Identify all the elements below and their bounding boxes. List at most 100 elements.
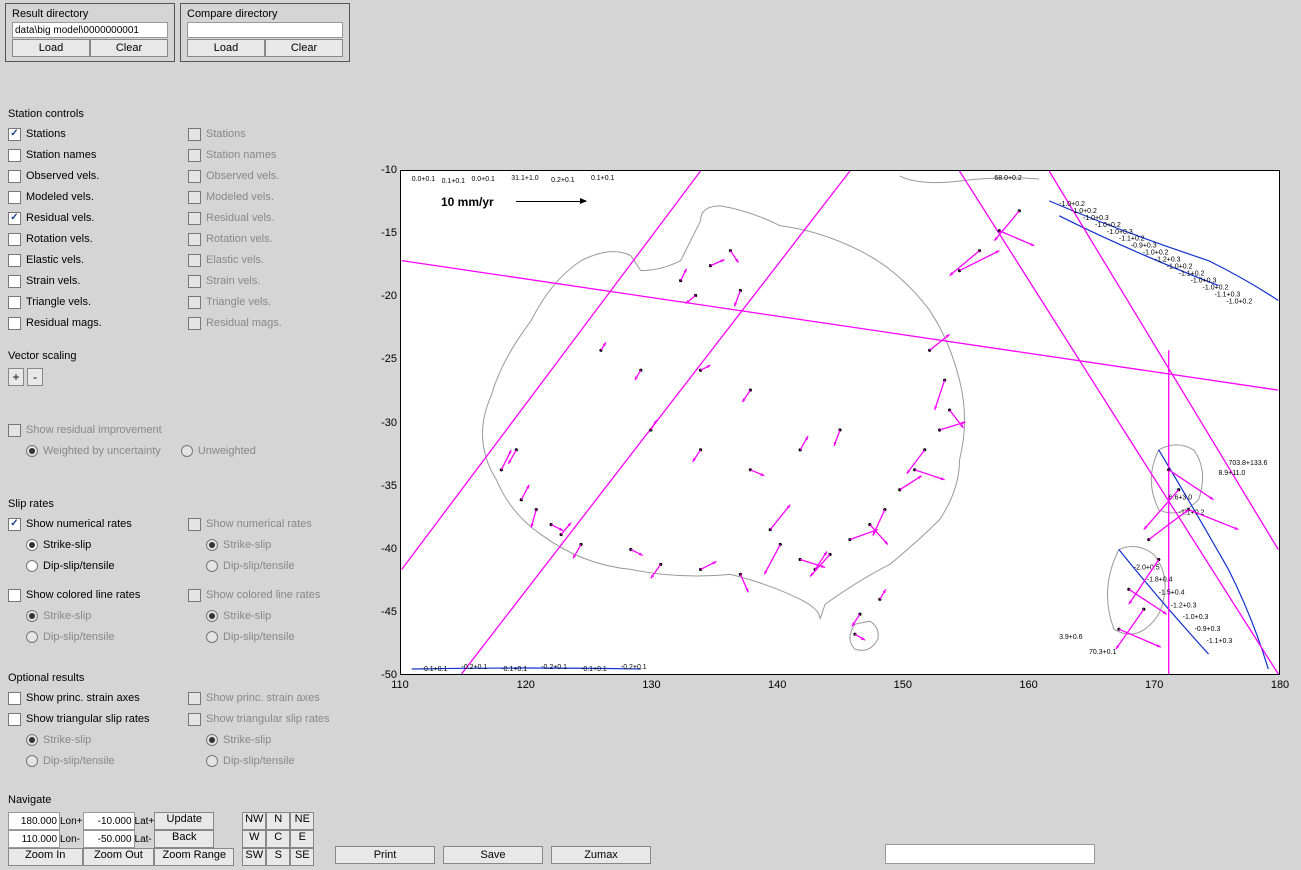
compass-n-button[interactable]: N [266,812,290,830]
svg-text:-1.1+0.2: -1.1+0.2 [1119,236,1145,243]
station-check-1[interactable] [8,149,21,162]
lon-minus-input[interactable] [8,830,60,848]
svg-text:6.6+3.0: 6.6+3.0 [1169,495,1193,502]
station-check-0[interactable] [8,128,21,141]
print-button[interactable]: Print [335,846,435,864]
tri-strike-slip-radio[interactable] [26,734,38,746]
colored-dip-slip-radio[interactable] [26,631,38,643]
svg-text:703.8+133.6: 703.8+133.6 [1228,460,1267,467]
slip-rates-title: Slip rates [8,498,348,510]
station-check-b4[interactable] [188,212,201,225]
princ-strain-2-checkbox[interactable] [188,692,201,705]
compass-e-button[interactable]: E [290,830,314,848]
tri-slip-2-checkbox[interactable] [188,713,201,726]
svg-text:-1.2+0.3: -1.2+0.3 [1155,257,1181,264]
result-dir-title: Result directory [12,8,168,20]
svg-text:-1.8+0.4: -1.8+0.4 [1147,576,1173,583]
station-check-b1[interactable] [188,149,201,162]
station-check-b9[interactable] [188,317,201,330]
vector-scaling-title: Vector scaling [8,350,348,362]
numeric-strike-slip-radio[interactable] [26,539,38,551]
princ-strain-checkbox[interactable] [8,692,21,705]
svg-text:-1.0+0.2: -1.0+0.2 [1143,250,1169,257]
lat-minus-input[interactable] [83,830,135,848]
status-input[interactable] [885,844,1095,864]
result-dir-input[interactable] [12,22,168,38]
station-check-b3[interactable] [188,191,201,204]
svg-text:-1.0+0.3: -1.0+0.3 [1183,614,1209,621]
station-check-3[interactable] [8,191,21,204]
numeric-dip-slip-radio[interactable] [26,560,38,572]
compass-s-button[interactable]: S [266,848,290,866]
lat-plus-input[interactable] [83,812,135,830]
unweighted-radio[interactable] [181,445,193,457]
zoom-range-button[interactable]: Zoom Range [154,848,234,866]
station-check-b5[interactable] [188,233,201,246]
station-check-b6[interactable] [188,254,201,267]
show-numerical-rates-2-checkbox[interactable] [188,518,201,531]
station-check-5[interactable] [8,233,21,246]
colored-strike-slip-radio[interactable] [26,610,38,622]
zoom-in-button[interactable]: Zoom In [8,848,83,866]
compass-nw-button[interactable]: NW [242,812,266,830]
weighted-radio[interactable] [26,445,38,457]
colored2-strike-slip-radio[interactable] [206,610,218,622]
compass-c-button[interactable]: C [266,830,290,848]
result-load-button[interactable]: Load [12,39,90,57]
station-check-b8[interactable] [188,296,201,309]
colored2-dip-slip-radio[interactable] [206,631,218,643]
station-check-9[interactable] [8,317,21,330]
numeric2-strike-slip-radio[interactable] [206,539,218,551]
numeric2-dip-slip-radio[interactable] [206,560,218,572]
update-button[interactable]: Update [154,812,214,830]
show-colored-rates-2-checkbox[interactable] [188,589,201,602]
compass-sw-button[interactable]: SW [242,848,266,866]
zumax-button[interactable]: Zumax [551,846,651,864]
station-controls-section: Station controls StationsStation namesOb… [8,108,348,338]
station-check-6[interactable] [8,254,21,267]
residual-improvement-section: Show residual improvement Weighted by un… [8,422,348,464]
station-check-b0[interactable] [188,128,201,141]
svg-text:-1.1+0.3: -1.1+0.3 [1215,292,1241,299]
scale-label: 10 mm/yr [441,195,494,209]
svg-text:-1.0+0.2: -1.0+0.2 [1226,298,1252,305]
station-check-b2[interactable] [188,170,201,183]
station-check-b7[interactable] [188,275,201,288]
compare-clear-button[interactable]: Clear [265,39,343,57]
result-directory-panel: Result directory Load Clear [5,3,175,62]
compare-dir-input[interactable] [187,22,343,38]
show-colored-rates-checkbox[interactable] [8,589,21,602]
svg-text:-1.5+0.4: -1.5+0.4 [1159,589,1185,596]
svg-text:-1.0+0.2: -1.0+0.2 [1095,222,1121,229]
station-check-7[interactable] [8,275,21,288]
tri2-dip-slip-radio[interactable] [206,755,218,767]
svg-text:31.1+1.0: 31.1+1.0 [511,175,538,182]
result-clear-button[interactable]: Clear [90,39,168,57]
zoom-out-button[interactable]: Zoom Out [83,848,155,866]
tri2-strike-slip-radio[interactable] [206,734,218,746]
save-button[interactable]: Save [443,846,543,864]
compass-ne-button[interactable]: NE [290,812,314,830]
map-canvas[interactable]: 10 mm/yr [400,170,1280,675]
station-check-2[interactable] [8,170,21,183]
lon-plus-input[interactable] [8,812,60,830]
compass-se-button[interactable]: SE [290,848,314,866]
scale-plus-button[interactable]: + [8,368,24,386]
slip-rates-section: Slip rates Show numerical rates Strike-s… [8,498,348,516]
compass-w-button[interactable]: W [242,830,266,848]
compare-load-button[interactable]: Load [187,39,265,57]
vector-scaling-section: Vector scaling + - [8,350,348,386]
compare-dir-title: Compare directory [187,8,343,20]
svg-text:0.1+0.1: 0.1+0.1 [591,175,615,182]
tri-dip-slip-radio[interactable] [26,755,38,767]
show-numerical-rates-checkbox[interactable] [8,518,21,531]
show-residual-improvement-checkbox[interactable] [8,424,21,437]
rate-labels-nz: 703.8+133.68.9+11.0 6.6+3.0-1.1+0.2 -2.0… [1059,460,1267,656]
back-button[interactable]: Back [154,830,214,848]
tri-slip-checkbox[interactable] [8,713,21,726]
plot-area: -10-15-20-25-30-35-40-45-50 110120130140… [365,170,1285,690]
rate-labels-nw: 0.0+0.10.1+0.10.0+0.1 31.1+1.00.2+0.10.1… [412,175,1022,185]
station-check-4[interactable] [8,212,21,225]
station-check-8[interactable] [8,296,21,309]
scale-minus-button[interactable]: - [27,368,43,386]
